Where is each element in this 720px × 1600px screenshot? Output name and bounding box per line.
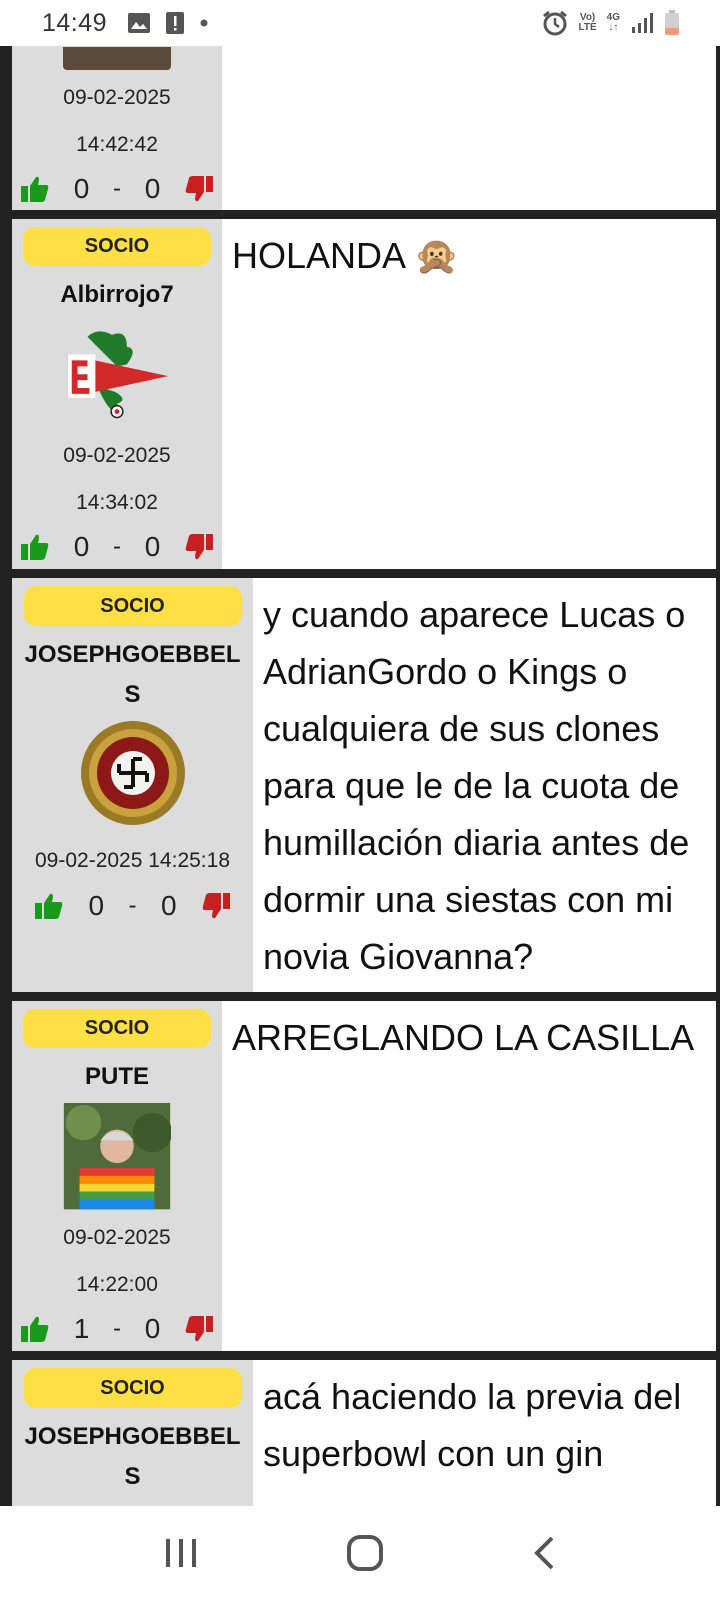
likes-count: 0 [73,172,90,204]
thumbs-down-icon[interactable] [184,533,214,561]
username[interactable]: JOSEPHGOEBBELS [23,1417,243,1497]
username[interactable]: Albirrojo7 [60,275,173,315]
comment-meta: SOCIO JOSEPHGOEBBELS 09-02-2025 14:25:18… [12,578,253,992]
comment-post: SOCIO Albirrojo7 09-02-2025 14:34:02 0 -… [12,219,716,569]
likes-count: 1 [73,1313,90,1345]
member-badge: SOCIO [23,227,211,267]
username[interactable]: JOSEPHGOEBBELS [23,635,243,715]
thumbs-up-icon[interactable] [20,1315,50,1343]
comment-post: SOCIO JOSEPHGOEBBELS 09-02-2025 14:25:18… [12,578,716,992]
comment-time: 14:42:42 [76,132,158,156]
comment-post: 09-02-2025 14:42:42 0 - 0 [12,46,716,210]
comment-post: SOCIO PUTE 09-02-2025 14:22:00 1 - 0 ARR… [12,1001,716,1351]
status-time: 14:49 [42,8,108,37]
thumbs-down-icon[interactable] [184,1315,214,1343]
likes-count: 0 [73,531,90,563]
vote-bar: 0 - 0 [12,168,222,210]
vote-separator: - [113,1315,121,1343]
alert-icon [166,12,185,34]
comment-text [222,46,716,210]
vote-bar: 0 - 0 [12,526,222,569]
dot-icon [200,19,208,27]
vote-bar: 1 - 0 [12,1308,222,1351]
thumbs-up-icon[interactable] [20,533,50,561]
comment-post: SOCIO JOSEPHGOEBBELS acá haciendo la pre… [12,1360,716,1506]
thumbs-up-icon[interactable] [20,175,50,203]
comment-meta: SOCIO JOSEPHGOEBBELS [12,1360,253,1506]
comment-datetime: 09-02-2025 14:25:18 [35,849,230,872]
comment-meta: SOCIO PUTE 09-02-2025 14:22:00 1 - 0 [12,1001,222,1351]
home-icon[interactable] [346,1534,384,1572]
network-type-indicator: 4G ↓↑ [606,12,620,33]
likes-count: 0 [88,890,105,921]
member-badge: SOCIO [23,1009,211,1049]
recent-apps-icon[interactable] [164,1537,198,1569]
vote-separator: - [128,892,137,919]
comment-meta: 09-02-2025 14:42:42 0 - 0 [12,46,222,210]
volte-indicator: Vo) LTE [578,12,597,33]
thumbs-up-icon[interactable] [34,892,64,920]
vote-bar: 0 - 0 [12,884,253,928]
comment-date: 09-02-2025 [63,85,171,109]
comment-text: ARREGLANDO LA CASILLA [222,1001,716,1351]
comment-text: acá haciendo la previa del superbowl con… [253,1360,716,1506]
system-nav-bar [0,1506,720,1600]
dislikes-count: 0 [144,531,161,563]
member-badge: SOCIO [23,1368,242,1408]
username[interactable]: PUTE [85,1057,149,1097]
alarm-icon [542,10,567,36]
battery-icon [665,10,679,35]
comment-time: 14:34:02 [76,490,158,514]
comment-date: 09-02-2025 [63,1225,171,1249]
status-bar: 14:49 Vo) LTE 4G ↓↑ [0,0,720,46]
avatar[interactable] [57,327,177,421]
dislikes-count: 0 [144,172,161,204]
vote-separator: - [113,174,121,202]
thumbs-down-icon[interactable] [184,175,214,203]
vote-separator: - [113,533,121,561]
comment-text: HOLANDA 🙊 [222,219,716,569]
thumbs-down-icon[interactable] [201,892,231,920]
avatar[interactable] [63,1103,171,1210]
comment-meta: SOCIO Albirrojo7 09-02-2025 14:34:02 0 -… [12,219,222,569]
gallery-icon [128,13,151,33]
member-badge: SOCIO [23,586,242,626]
comment-text: y cuando aparece Lucas o AdrianGordo o K… [253,578,716,992]
back-icon[interactable] [532,1535,556,1571]
comment-time: 14:22:00 [76,1272,158,1296]
dislikes-count: 0 [160,890,177,921]
dislikes-count: 0 [144,1313,161,1345]
avatar[interactable] [63,46,171,70]
avatar[interactable] [79,719,187,827]
comment-date: 09-02-2025 [63,443,171,467]
signal-icon [632,13,653,33]
comment-feed[interactable]: 09-02-2025 14:42:42 0 - 0 SOCIO Albirroj… [0,46,720,1506]
